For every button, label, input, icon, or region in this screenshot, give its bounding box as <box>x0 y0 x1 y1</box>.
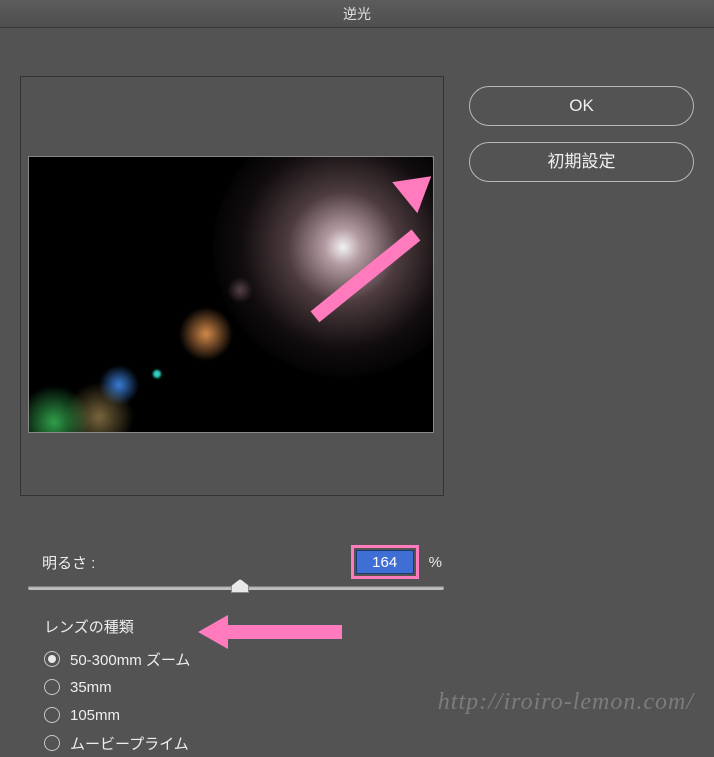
flare-artifact <box>153 370 161 378</box>
brightness-label: 明るさ : <box>42 552 351 573</box>
radio-icon <box>44 735 60 751</box>
brightness-unit: % <box>429 554 442 571</box>
lens-option[interactable]: 105mm <box>44 701 190 729</box>
lens-option-label: 35mm <box>70 679 112 696</box>
slider-thumb[interactable] <box>231 579 249 593</box>
radio-icon <box>44 679 60 695</box>
watermark-text: http://iroiro-lemon.com/ <box>438 689 694 716</box>
brightness-slider[interactable] <box>28 586 444 590</box>
lens-type-header: レンズの種類 <box>44 616 190 637</box>
lens-option-label: 105mm <box>70 707 120 724</box>
radio-icon <box>44 707 60 723</box>
radio-icon <box>44 651 60 667</box>
preview-canvas[interactable] <box>28 156 434 433</box>
ok-button[interactable]: OK <box>469 86 694 126</box>
flare-artifact <box>179 307 233 361</box>
dialog-title: 逆光 <box>0 0 714 28</box>
brightness-input[interactable] <box>356 550 414 574</box>
annotation-highlight <box>351 545 419 579</box>
lens-option-label: ムービープライム <box>70 733 189 754</box>
annotation-arrow-head <box>198 615 228 649</box>
flare-artifact <box>227 277 253 303</box>
lens-option-label: 50-300mm ズーム <box>70 649 190 670</box>
lens-option[interactable]: 35mm <box>44 673 190 701</box>
flare-ray <box>433 156 434 159</box>
lens-option[interactable]: ムービープライム <box>44 729 190 757</box>
lens-option[interactable]: 50-300mm ズーム <box>44 645 190 673</box>
annotation-arrow <box>222 625 342 639</box>
reset-button[interactable]: 初期設定 <box>469 142 694 182</box>
